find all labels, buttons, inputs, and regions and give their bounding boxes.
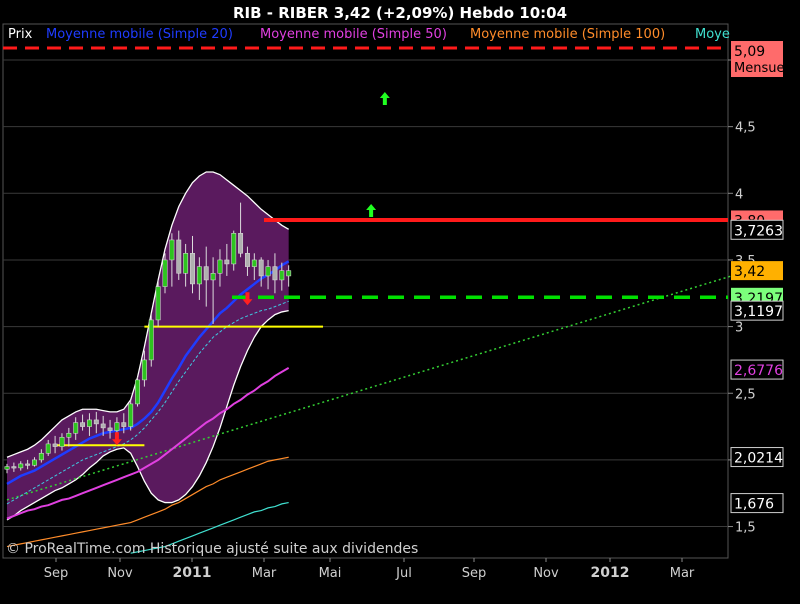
- candle-body: [86, 419, 92, 427]
- price-label: 1,676: [734, 497, 774, 513]
- candle-body: [38, 452, 44, 461]
- candle-body: [66, 432, 72, 438]
- candle-body: [224, 259, 230, 265]
- legend-item: Moyenne mobile (Simple 50): [260, 27, 447, 42]
- candle-body: [135, 379, 140, 405]
- plot-area: [2, 23, 729, 559]
- candle-body: [155, 286, 161, 321]
- candle-body: [80, 422, 86, 427]
- candle-body: [52, 443, 58, 447]
- candle-body: [18, 463, 24, 469]
- legend-item: Prix: [8, 27, 33, 42]
- chart-title: RIB - RIBER 3,42 (+2,09%) Hebdo 10:04: [233, 4, 567, 22]
- candle-body: [245, 253, 250, 267]
- legend: Prix Moyenne mobile (Simple 20) Moyenne mo…: [8, 27, 730, 42]
- price-label: 2,0214: [734, 451, 783, 467]
- candle-body: [107, 427, 113, 431]
- y-tick-label: 1,5: [735, 521, 756, 536]
- price-label: 3,42: [734, 264, 765, 280]
- candle-body: [272, 266, 278, 281]
- y-tick-label: 2,5: [735, 387, 756, 402]
- price-label-sub: Mensuel: [734, 61, 788, 76]
- candle-body: [4, 466, 10, 470]
- candle-body: [231, 233, 237, 265]
- legend-item: Moye: [695, 27, 730, 42]
- candle-body: [238, 233, 244, 254]
- candle-body: [162, 259, 168, 287]
- legend-item: Moyenne mobile (Simple 100): [470, 27, 665, 42]
- candle-body: [141, 359, 147, 381]
- candle-body: [217, 259, 223, 274]
- candle-body: [169, 239, 175, 261]
- candle-body: [279, 270, 285, 281]
- price-label: 3,7263: [734, 223, 783, 239]
- chart-window: RIB - RIBER 3,42 (+2,09%) Hebdo 10:04 Pr…: [0, 0, 800, 600]
- x-tick-label: Mar: [252, 566, 277, 581]
- candle-body: [25, 463, 31, 466]
- candle-body: [265, 266, 271, 277]
- candle-body: [258, 259, 264, 277]
- candle-body: [45, 443, 51, 454]
- candle-body: [59, 436, 65, 447]
- candle-body: [190, 253, 195, 285]
- candle-body: [148, 319, 154, 361]
- x-tick-label: Mai: [319, 566, 342, 581]
- price-label: 3,1197: [734, 304, 783, 320]
- x-tick-label: Jul: [395, 566, 412, 581]
- x-tick-label: Nov: [533, 566, 559, 581]
- x-axis: Sep Nov 2011 Mar Mai Jul Sep Nov 2012 Mar: [44, 558, 695, 581]
- candle-body: [286, 270, 292, 277]
- x-tick-label: Sep: [462, 566, 487, 581]
- price-chart[interactable]: RIB - RIBER 3,42 (+2,09%) Hebdo 10:04 Pr…: [0, 0, 800, 600]
- candle-body: [114, 422, 120, 431]
- footer-text: © ProRealTime.com Historique ajusté suit…: [6, 541, 418, 557]
- candle-body: [73, 422, 79, 434]
- candle-body: [11, 466, 17, 469]
- candle-body: [128, 403, 134, 427]
- candle-body: [93, 419, 99, 425]
- candle-body: [121, 422, 127, 427]
- y-tick-label: 4,5: [735, 121, 756, 136]
- x-tick-label: Nov: [107, 566, 133, 581]
- candle-body: [32, 459, 37, 466]
- candle-body: [203, 266, 209, 281]
- x-tick-label: 2011: [173, 565, 212, 581]
- candle-body: [196, 266, 202, 285]
- candle-body: [251, 259, 257, 267]
- candle-body: [176, 239, 182, 274]
- y-tick-label: 4: [735, 187, 743, 202]
- y-tick-label: 3: [735, 321, 743, 336]
- candle-body: [210, 273, 216, 281]
- candle-body: [100, 423, 106, 429]
- price-label: 2,6776: [734, 363, 783, 379]
- x-tick-label: 2012: [591, 565, 630, 581]
- right-price-labels: 5,09Mensuel3,803,72633,423,21973,11972,6…: [730, 41, 788, 514]
- candle-body: [183, 253, 189, 274]
- price-label: 5,09: [734, 44, 765, 60]
- x-tick-label: Mar: [670, 566, 695, 581]
- x-tick-label: Sep: [44, 566, 69, 581]
- legend-item: Moyenne mobile (Simple 20): [46, 27, 233, 42]
